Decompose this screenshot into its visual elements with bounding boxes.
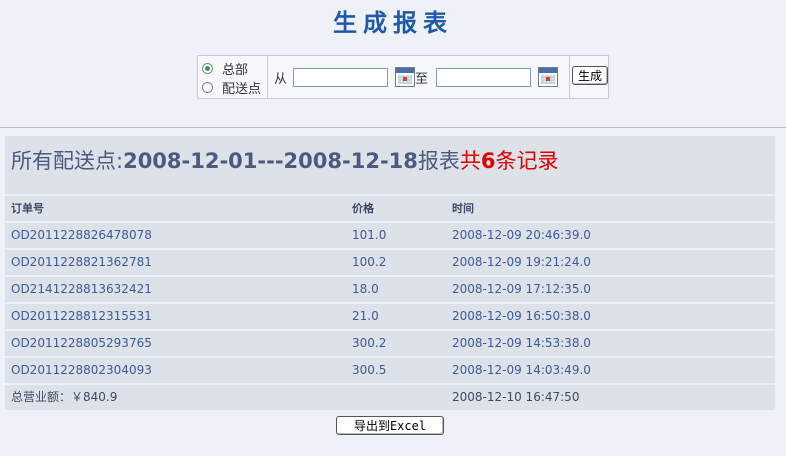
radio-headquarters[interactable] — [202, 63, 213, 74]
summary-time: 2008-12-10 16:47:50 — [452, 390, 580, 404]
order-number: OD2011228821362781 — [11, 255, 152, 269]
summary-row: 总营业额：￥840.9 2008-12-10 16:47:50 — [5, 385, 775, 410]
column-header-time: 时间 — [452, 202, 474, 215]
page-title: 生成报表 — [333, 8, 453, 37]
column-header-order: 订单号 — [11, 202, 44, 215]
table-row: OD2011228812315531 21.0 2008-12-09 16:50… — [5, 304, 775, 329]
time: 2008-12-09 20:46:39.0 — [452, 228, 591, 242]
table-row: OD2011228802304093 300.5 2008-12-09 14:0… — [5, 358, 775, 383]
price: 18.0 — [352, 282, 379, 296]
end-date-input[interactable] — [436, 67, 532, 87]
time: 2008-12-09 16:50:38.0 — [452, 309, 591, 323]
heading-count-suffix: 条记录 — [495, 149, 559, 173]
radio-delivery-point[interactable] — [202, 82, 213, 93]
heading-date-range: 2008-12-01---2008-12-18 — [123, 149, 418, 173]
generate-button[interactable]: 生成 — [572, 66, 608, 85]
report-generator-form: 总部 配送点 从 至 生成 — [197, 55, 609, 99]
table-row: OD2011228805293765 300.2 2008-12-09 14:5… — [5, 331, 775, 356]
order-number: OD2011228802304093 — [11, 363, 152, 377]
time: 2008-12-09 17:12:35.0 — [452, 282, 591, 296]
scope-radio-group: 总部 配送点 — [198, 56, 268, 98]
export-excel-button[interactable]: 导出到Excel — [336, 416, 444, 435]
calendar-icon[interactable] — [395, 67, 416, 87]
order-number: OD2141228813632421 — [11, 282, 152, 296]
generate-cell: 生成 — [570, 56, 608, 98]
column-header-price: 价格 — [352, 202, 374, 215]
report-heading: 所有配送点:2008-12-01---2008-12-18报表共6条记录 — [5, 136, 775, 194]
price: 21.0 — [352, 309, 379, 323]
heading-count: 6 — [480, 149, 496, 173]
time: 2008-12-09 19:21:24.0 — [452, 255, 591, 269]
to-label: 至 — [415, 71, 429, 87]
order-number: OD2011228812315531 — [11, 309, 152, 323]
time: 2008-12-09 14:53:38.0 — [452, 336, 591, 350]
table-header-row: 订单号 价格 时间 — [5, 196, 775, 221]
table-row: OD2011228826478078 101.0 2008-12-09 20:4… — [5, 223, 775, 248]
price: 300.5 — [352, 363, 387, 377]
heading-count-prefix: 共 — [459, 149, 481, 173]
price: 300.2 — [352, 336, 387, 350]
radio-headquarters-label: 总部 — [222, 63, 249, 78]
time: 2008-12-09 14:03:49.0 — [452, 363, 591, 377]
start-date-input[interactable] — [293, 67, 389, 87]
table-row: OD2011228821362781 100.2 2008-12-09 19:2… — [5, 250, 775, 275]
scope-option-delivery-point[interactable]: 配送点 — [202, 78, 267, 97]
date-range: 从 至 — [268, 56, 570, 98]
report-panel: 所有配送点:2008-12-01---2008-12-18报表共6条记录 订单号… — [5, 136, 775, 412]
heading-prefix: 所有配送点: — [11, 149, 124, 173]
scope-option-headquarters[interactable]: 总部 — [202, 59, 267, 78]
price: 100.2 — [352, 255, 387, 269]
calendar-icon[interactable] — [538, 67, 559, 87]
table-row: OD2141228813632421 18.0 2008-12-09 17:12… — [5, 277, 775, 302]
radio-delivery-point-label: 配送点 — [222, 82, 262, 97]
heading-suffix: 报表 — [417, 149, 460, 173]
price: 101.0 — [352, 228, 387, 242]
order-number: OD2011228805293765 — [11, 336, 152, 350]
order-number: OD2011228826478078 — [11, 228, 152, 242]
total-revenue: 总营业额：￥840.9 — [11, 390, 118, 404]
top-section: 生成报表 总部 配送点 从 至 生成 — [0, 0, 786, 128]
from-label: 从 — [274, 71, 288, 87]
